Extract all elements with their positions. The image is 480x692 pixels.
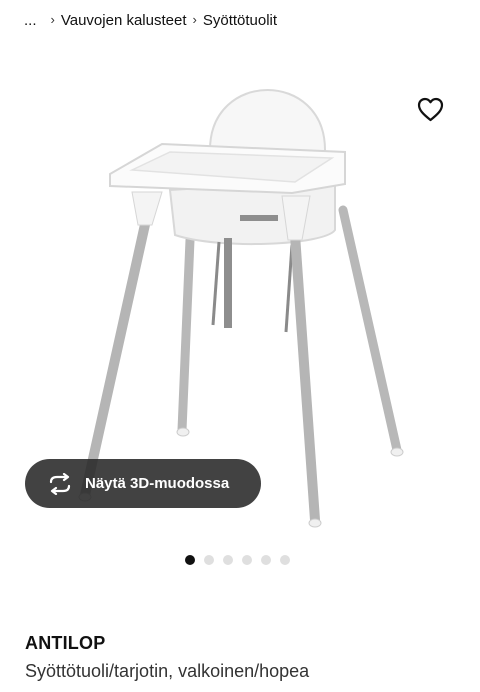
breadcrumb: ... › Vauvojen kalusteet › Syöttötuolit	[24, 9, 456, 31]
product-description: Syöttötuoli/tarjotin, valkoinen/hopea	[25, 661, 310, 681]
carousel-dot[interactable]	[261, 555, 271, 565]
wishlist-button[interactable]	[417, 97, 444, 122]
breadcrumb-item[interactable]: › Syöttötuolit	[187, 12, 278, 29]
rotate-3d-icon	[49, 472, 71, 495]
heart-icon	[417, 97, 444, 122]
chevron-right-icon: ›	[192, 11, 197, 27]
chevron-right-icon: ›	[50, 11, 55, 27]
carousel-dot[interactable]	[185, 555, 195, 565]
carousel-dot[interactable]	[280, 555, 290, 565]
product-name: ANTILOP	[25, 633, 106, 653]
carousel-dot[interactable]	[242, 555, 252, 565]
breadcrumb-item[interactable]: › Vauvojen kalusteet	[37, 12, 187, 29]
breadcrumb-label[interactable]: Vauvojen kalusteet	[61, 12, 187, 29]
carousel-dot[interactable]	[204, 555, 214, 565]
carousel-pagination	[185, 555, 290, 566]
view-3d-label: Näytä 3D-muodossa	[85, 475, 230, 492]
carousel-dot[interactable]	[223, 555, 233, 565]
breadcrumb-label[interactable]: Syöttötuolit	[203, 12, 277, 29]
breadcrumb-ellipsis[interactable]: ...	[24, 12, 37, 29]
view-3d-button[interactable]: Näytä 3D-muodossa	[25, 459, 261, 508]
